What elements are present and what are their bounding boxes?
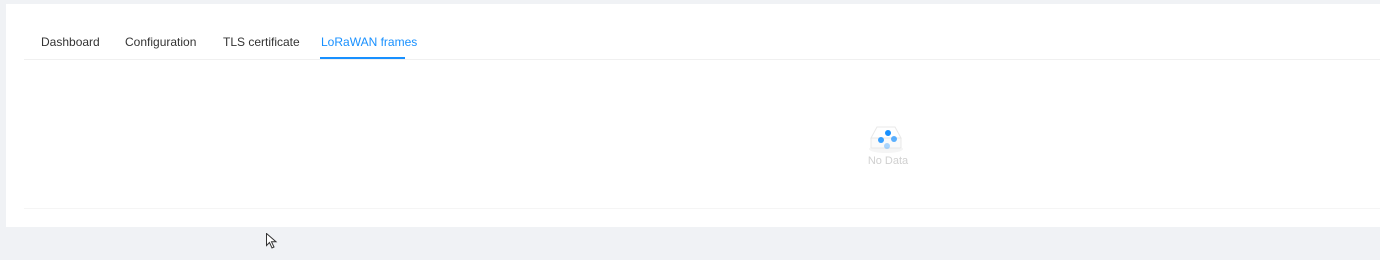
mouse-pointer-icon (266, 233, 278, 249)
pane-divider (24, 208, 1380, 209)
tab-pane-lorawan-frames: No Data (24, 60, 1380, 210)
tab-tls-certificate[interactable]: TLS certificate (223, 35, 300, 49)
content-card: Dashboard Configuration TLS certificate … (6, 4, 1380, 227)
active-tab-indicator (320, 57, 405, 59)
tab-lorawan-frames[interactable]: LoRaWAN frames (321, 35, 417, 49)
tab-bar: Dashboard Configuration TLS certificate … (24, 4, 1380, 60)
tab-dashboard[interactable]: Dashboard (41, 35, 100, 49)
tab-configuration[interactable]: Configuration (125, 35, 196, 49)
loading-spinner-icon (878, 130, 898, 150)
empty-state: No Data (846, 118, 908, 174)
empty-state-text: No Data (867, 155, 909, 167)
